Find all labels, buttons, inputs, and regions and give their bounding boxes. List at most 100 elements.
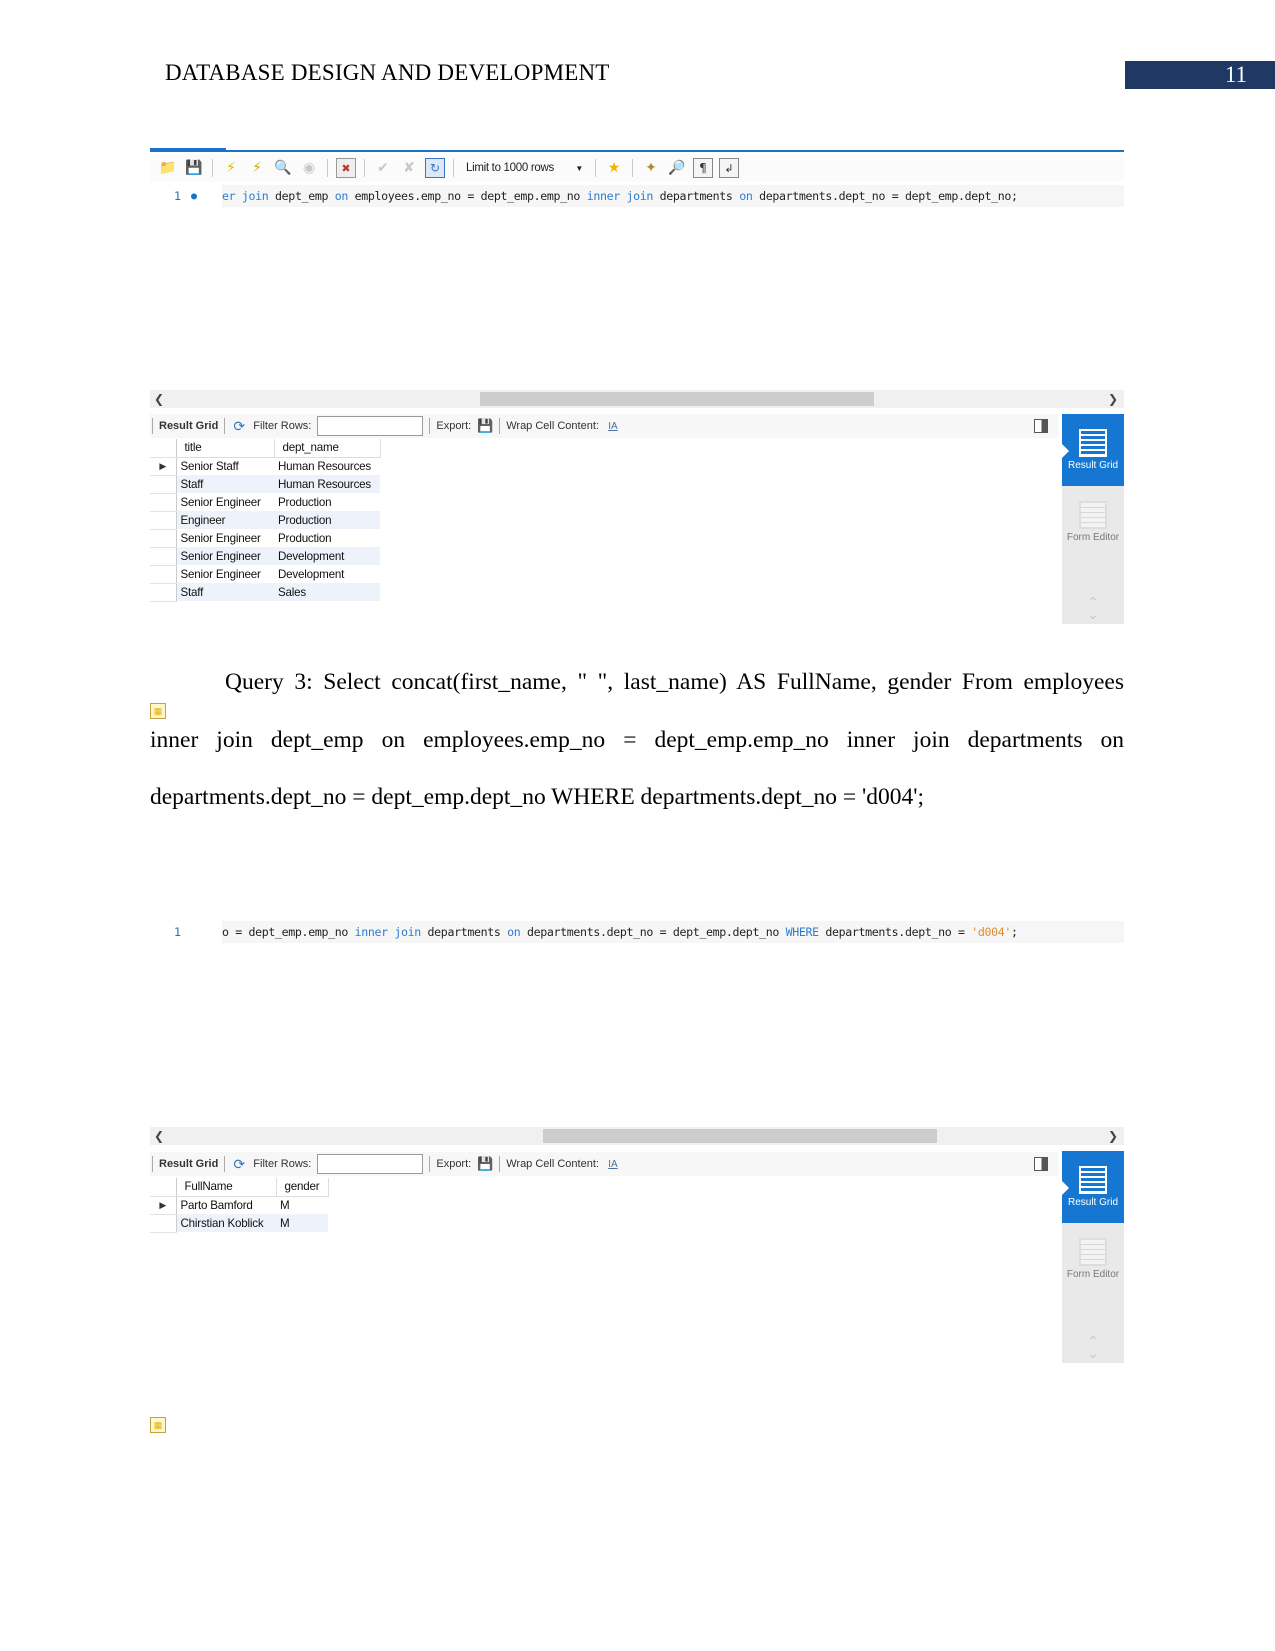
autocommit-toggle-icon[interactable]: ↻ xyxy=(425,158,445,178)
table-cell[interactable]: Engineer xyxy=(176,511,274,529)
limit-rows-select[interactable]: Limit to 1000 rows ▼ xyxy=(462,158,587,178)
page-number: 11 xyxy=(1224,62,1247,87)
execute-current-icon[interactable]: ⚡ xyxy=(247,158,267,178)
table-cell[interactable]: Sales xyxy=(274,583,380,601)
sql-editor[interactable]: 1 ● er join dept_emp on employees.emp_no… xyxy=(150,185,1124,207)
row-selector[interactable] xyxy=(150,1214,177,1233)
table-row[interactable]: Chirstian Koblick M xyxy=(150,1214,328,1233)
row-selector[interactable] xyxy=(150,565,177,584)
column-header-gender[interactable]: gender xyxy=(276,1178,329,1197)
wrap-cell-icon[interactable]: IA xyxy=(605,418,621,434)
row-selector[interactable]: ▶ xyxy=(150,457,177,476)
toggle-panel-icon[interactable] xyxy=(1034,419,1048,433)
chevron-down-icon[interactable]: ⌄ xyxy=(1062,1346,1124,1360)
column-header-title[interactable]: title xyxy=(176,439,275,458)
bookmark-icon[interactable]: ★ xyxy=(604,158,624,178)
table-cell[interactable]: Senior Staff xyxy=(176,457,274,475)
column-header-dept-name[interactable]: dept_name xyxy=(274,439,381,458)
table-cell[interactable]: Senior Engineer xyxy=(176,565,274,583)
table-row[interactable]: Senior Engineer Development xyxy=(150,565,380,584)
sql-text: ; xyxy=(1011,925,1018,939)
sql-editor[interactable]: 1 o = dept_emp.emp_no inner join departm… xyxy=(150,921,1124,943)
horizontal-scrollbar[interactable]: ❮ ❯ xyxy=(150,1127,1124,1145)
table-cell[interactable]: M xyxy=(276,1196,328,1214)
side-panel-scroll[interactable]: ⌃ ⌄ xyxy=(1062,595,1124,621)
table-cell[interactable]: Development xyxy=(274,565,380,583)
row-selector[interactable] xyxy=(150,511,177,530)
table-cell[interactable]: Production xyxy=(274,511,380,529)
table-cell[interactable]: Production xyxy=(274,493,380,511)
toolbar-separator xyxy=(212,159,213,177)
limit-rows-value: Limit to 1000 rows xyxy=(466,162,554,174)
toggle-panel-icon[interactable] xyxy=(1034,1157,1048,1171)
code-line[interactable]: o = dept_emp.emp_no inner join departmen… xyxy=(222,921,1124,943)
scroll-left-icon[interactable]: ❮ xyxy=(154,390,164,408)
commit-icon[interactable]: ✔ xyxy=(373,158,393,178)
beautify-icon[interactable]: ✦ xyxy=(641,158,661,178)
side-panel-scroll[interactable]: ⌃ ⌄ xyxy=(1062,1334,1124,1360)
workbench-screenshot-2: 1 o = dept_emp.emp_no inner join departm… xyxy=(150,913,1124,1433)
sql-text: o = dept_emp.emp_no xyxy=(222,925,355,939)
form-editor-tab[interactable]: Form Editor xyxy=(1062,1223,1124,1295)
scroll-right-icon[interactable]: ❯ xyxy=(1108,390,1118,408)
query-description-text: Query 3: Select concat(first_name, " ", … xyxy=(150,669,1124,810)
word-wrap-icon[interactable]: ↲ xyxy=(719,158,739,178)
table-row[interactable]: ▶ Parto Bamford M xyxy=(150,1196,328,1215)
table-cell[interactable]: Senior Engineer xyxy=(176,529,274,547)
invisible-chars-icon[interactable]: ¶ xyxy=(693,158,713,178)
table-cell[interactable]: Production xyxy=(274,529,380,547)
table-cell[interactable]: Development xyxy=(274,547,380,565)
refresh-icon[interactable]: ⟳ xyxy=(231,418,247,434)
scrollbar-thumb[interactable] xyxy=(480,392,874,406)
error-toggle-icon[interactable]: ✖ xyxy=(336,158,356,178)
row-selector[interactable] xyxy=(150,475,177,494)
table-cell[interactable]: Parto Bamford xyxy=(176,1196,276,1214)
table-cell[interactable]: M xyxy=(276,1214,328,1232)
table-row[interactable]: Engineer Production xyxy=(150,511,380,530)
row-selector[interactable]: ▶ xyxy=(150,1196,177,1215)
table-cell[interactable]: Human Resources xyxy=(274,475,380,493)
column-header-fullname[interactable]: FullName xyxy=(176,1178,277,1197)
table-row[interactable]: Senior Engineer Development xyxy=(150,547,380,566)
table-cell[interactable]: Staff xyxy=(176,475,274,493)
table-row[interactable]: Senior Engineer Production xyxy=(150,529,380,548)
table-row[interactable]: Senior Engineer Production xyxy=(150,493,380,512)
rollback-icon[interactable]: ✘ xyxy=(399,158,419,178)
scrollbar-thumb[interactable] xyxy=(543,1129,937,1143)
sql-text: departments xyxy=(653,189,740,203)
row-selector[interactable] xyxy=(150,529,177,548)
scroll-right-icon[interactable]: ❯ xyxy=(1108,1127,1118,1145)
code-line[interactable]: er join dept_emp on employees.emp_no = d… xyxy=(222,185,1124,207)
export-icon[interactable]: 💾 xyxy=(477,418,493,434)
wrap-cell-icon[interactable]: IA xyxy=(605,1156,621,1172)
stop-icon[interactable]: ◉ xyxy=(299,158,319,178)
find-icon[interactable]: 🔎 xyxy=(667,158,687,178)
explain-icon[interactable]: 🔍 xyxy=(273,158,293,178)
row-selector[interactable] xyxy=(150,583,177,602)
form-editor-tab[interactable]: Form Editor xyxy=(1062,486,1124,558)
grid-layout-icon[interactable]: ▦ xyxy=(150,1417,166,1433)
result-grid-tab[interactable]: Result Grid xyxy=(1062,414,1124,486)
table-cell[interactable]: Human Resources xyxy=(274,457,380,475)
chevron-down-icon[interactable]: ⌄ xyxy=(1062,607,1124,621)
scroll-left-icon[interactable]: ❮ xyxy=(154,1127,164,1145)
table-cell[interactable]: Senior Engineer xyxy=(176,493,274,511)
save-icon[interactable]: 💾 xyxy=(184,158,204,178)
filter-rows-input[interactable] xyxy=(317,416,424,436)
execute-icon[interactable]: ⚡ xyxy=(221,158,241,178)
table-row[interactable]: Staff Human Resources xyxy=(150,475,380,494)
table-row[interactable]: ▶ Senior Staff Human Resources xyxy=(150,457,380,476)
horizontal-scrollbar[interactable]: ❮ ❯ xyxy=(150,390,1124,408)
refresh-icon[interactable]: ⟳ xyxy=(231,1156,247,1172)
table-row[interactable]: Staff Sales xyxy=(150,583,380,602)
form-editor-icon xyxy=(1079,501,1107,529)
table-cell[interactable]: Senior Engineer xyxy=(176,547,274,565)
filter-rows-input[interactable] xyxy=(317,1154,424,1174)
folder-open-icon[interactable]: 📁 xyxy=(158,158,178,178)
result-grid-tab[interactable]: Result Grid xyxy=(1062,1151,1124,1223)
table-cell[interactable]: Chirstian Koblick xyxy=(176,1214,276,1232)
row-selector[interactable] xyxy=(150,547,177,566)
table-cell[interactable]: Staff xyxy=(176,583,274,601)
row-selector[interactable] xyxy=(150,493,177,512)
export-icon[interactable]: 💾 xyxy=(477,1156,493,1172)
